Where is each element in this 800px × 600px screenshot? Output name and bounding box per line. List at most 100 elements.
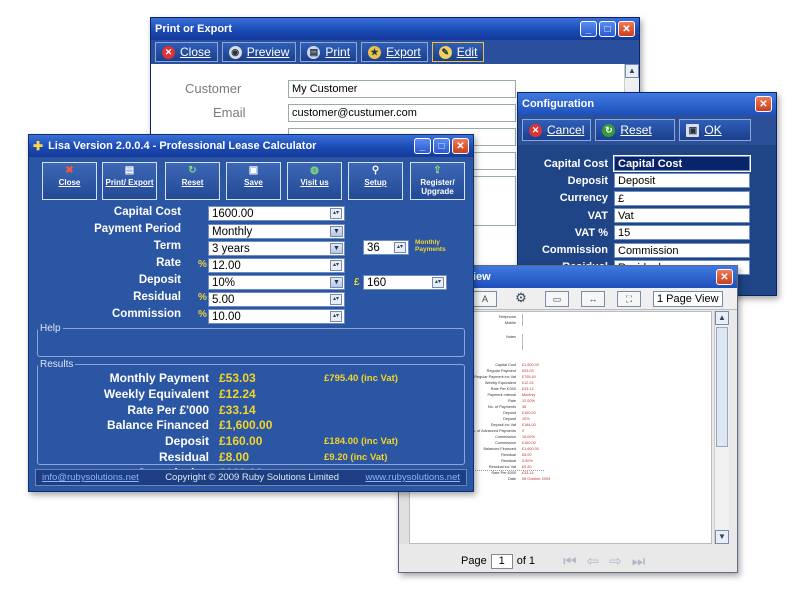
page-navigator: Page 1 of 1 ⏮ ⇦ ⇨ ⏭ [399, 549, 737, 573]
residual-input[interactable]: 5.00 ▴▾ [208, 292, 345, 307]
lisa-titlebar[interactable]: ✚ Lisa Version 2.0.0.4 - Professional Le… [29, 135, 473, 157]
result-value: £12.24 [219, 386, 256, 401]
floppy-icon: ▣ [248, 165, 259, 176]
print-close-button[interactable]: ✕ Close [155, 42, 218, 62]
close-icon[interactable]: ✕ [755, 96, 772, 112]
print-button[interactable]: ▤ Print [300, 42, 358, 62]
config-input[interactable]: £ [614, 190, 750, 206]
page-input[interactable]: 1 [490, 553, 513, 569]
email-link[interactable]: info@rubysolutions.net [42, 472, 139, 483]
visit-us-button[interactable]: ◍ Visit us [287, 162, 342, 200]
rate-label: Rate [156, 257, 181, 269]
customer-field[interactable]: My Customer [288, 80, 516, 98]
config-input[interactable]: Commission [614, 242, 750, 258]
last-page-icon[interactable]: ⏭ [632, 553, 646, 570]
help-legend: Help [40, 323, 61, 334]
spinner-icon[interactable]: ▴▾ [394, 242, 406, 253]
edit-button[interactable]: ✎ Edit [431, 42, 485, 62]
chevron-down-icon[interactable]: ▼ [330, 277, 343, 288]
reset-button[interactable]: ↻ Reset [595, 119, 676, 141]
spinner-icon[interactable]: ▴▾ [330, 294, 342, 305]
scroll-thumb[interactable] [716, 327, 728, 447]
spinner-icon[interactable]: ▴▾ [330, 208, 342, 219]
next-page-icon[interactable]: ⇨ [609, 552, 622, 570]
fit-page-icon[interactable]: ⛶ [617, 290, 641, 307]
lisa-close-button[interactable]: ✖ Close [42, 162, 97, 200]
viewer-scrollbar[interactable]: ▲ ▼ [714, 311, 729, 544]
config-label: VAT % [574, 226, 608, 239]
result-inc-vat: £9.20 (inc Vat) [324, 452, 388, 463]
setup-button[interactable]: ⚲ Setup [348, 162, 403, 200]
minimize-icon[interactable]: _ [580, 21, 597, 37]
email-field[interactable]: customer@custumer.com [288, 104, 516, 122]
commission-pct-symbol: % [198, 309, 207, 320]
globe-icon: ◍ [310, 165, 319, 176]
fit-width-icon[interactable]: ↔ [581, 290, 605, 307]
spinner-icon[interactable]: ▴▾ [330, 260, 342, 271]
scroll-up-icon[interactable]: ▲ [625, 64, 639, 78]
rate-input[interactable]: 12.00 ▴▾ [208, 258, 345, 273]
term-months-input[interactable]: 36 ▴▾ [363, 240, 409, 255]
help-panel: Help [37, 323, 465, 357]
save-button[interactable]: ▣ Save [226, 162, 281, 200]
cancel-icon: ✕ [529, 123, 542, 137]
term-select[interactable]: 3 years ▼ [208, 241, 345, 256]
wrench-icon: ⚲ [371, 165, 380, 176]
deposit-pct-select[interactable]: 10% ▼ [208, 275, 345, 290]
close-icon[interactable]: ✕ [452, 138, 469, 154]
config-row: Commission Commission [518, 241, 776, 258]
result-inc-vat: £184.00 (inc Vat) [324, 436, 398, 448]
config-input[interactable]: Deposit [614, 173, 750, 189]
gear-icon[interactable]: ⚙ [509, 290, 533, 307]
single-page-icon[interactable]: ▭ [545, 290, 569, 307]
reset-button[interactable]: ↻ Reset [165, 162, 220, 200]
commission-input[interactable]: 10.00 ▴▾ [208, 309, 345, 324]
config-row: Deposit Deposit [518, 172, 776, 189]
result-value: £33.14 [219, 402, 256, 417]
ok-button[interactable]: ▣ OK [679, 119, 752, 141]
report-value: 08 October 2009 [522, 477, 551, 481]
page-count: of 1 [516, 555, 536, 567]
first-page-icon[interactable]: ⏮ [563, 553, 577, 570]
print-window-titlebar[interactable]: Print or Export _ □ ✕ [151, 18, 639, 40]
maximize-icon[interactable]: □ [433, 138, 450, 154]
spinner-icon[interactable]: ▴▾ [330, 311, 342, 322]
close-icon[interactable]: ✕ [618, 21, 635, 37]
website-link[interactable]: www.rubysolutions.net [365, 472, 460, 483]
cancel-button[interactable]: ✕ Cancel [522, 119, 592, 141]
register-upgrade-button[interactable]: ⇪ Register/ Upgrade [410, 162, 465, 200]
scroll-up-icon[interactable]: ▲ [715, 311, 729, 325]
print-export-button[interactable]: ▤ Print/ Export [102, 162, 157, 200]
config-titlebar[interactable]: Configuration ✕ [518, 93, 776, 115]
config-label: Commission [541, 244, 608, 257]
config-label: Deposit [567, 174, 608, 187]
capital-cost-input[interactable]: 1600.00 ▴▾ [208, 206, 345, 221]
config-input[interactable]: 15 [614, 225, 750, 241]
residual-label: Residual [133, 291, 181, 303]
result-label: Monthly Payment [109, 371, 209, 385]
chevron-down-icon[interactable]: ▼ [330, 243, 343, 254]
residual-pct-symbol: % [198, 292, 207, 303]
chevron-down-icon[interactable]: ▼ [330, 226, 343, 237]
upgrade-icon: ⇪ [433, 165, 442, 176]
results-legend: Results [40, 359, 74, 370]
config-input[interactable]: Capital Cost [613, 155, 751, 173]
minimize-icon[interactable]: _ [414, 138, 431, 154]
prev-page-icon[interactable]: ⇦ [587, 552, 600, 570]
payment-period-select[interactable]: Monthly ▼ [208, 224, 345, 239]
text-icon[interactable]: A [473, 290, 497, 307]
config-input[interactable]: Vat [614, 208, 750, 224]
maximize-icon[interactable]: □ [599, 21, 616, 37]
export-button[interactable]: ★ Export [361, 42, 428, 62]
lisa-body: ✖ Close ▤ Print/ Export ↻ Reset ▣ Save ◍ Visi… [29, 157, 473, 491]
deposit-amount-input[interactable]: 160 ▴▾ [363, 275, 447, 290]
result-label: Residual [158, 450, 209, 464]
scroll-down-icon[interactable]: ▼ [715, 530, 729, 544]
result-inc-vat: £795.40 (inc Vat) [324, 373, 398, 384]
zoom-select[interactable]: 1 Page View [653, 290, 723, 307]
preview-button[interactable]: ◉ Preview [221, 42, 297, 62]
spinner-icon[interactable]: ▴▾ [432, 277, 444, 288]
config-row: VAT % 15 [518, 224, 776, 241]
close-icon[interactable]: ✕ [716, 269, 733, 285]
reset-icon: ↻ [188, 165, 197, 176]
